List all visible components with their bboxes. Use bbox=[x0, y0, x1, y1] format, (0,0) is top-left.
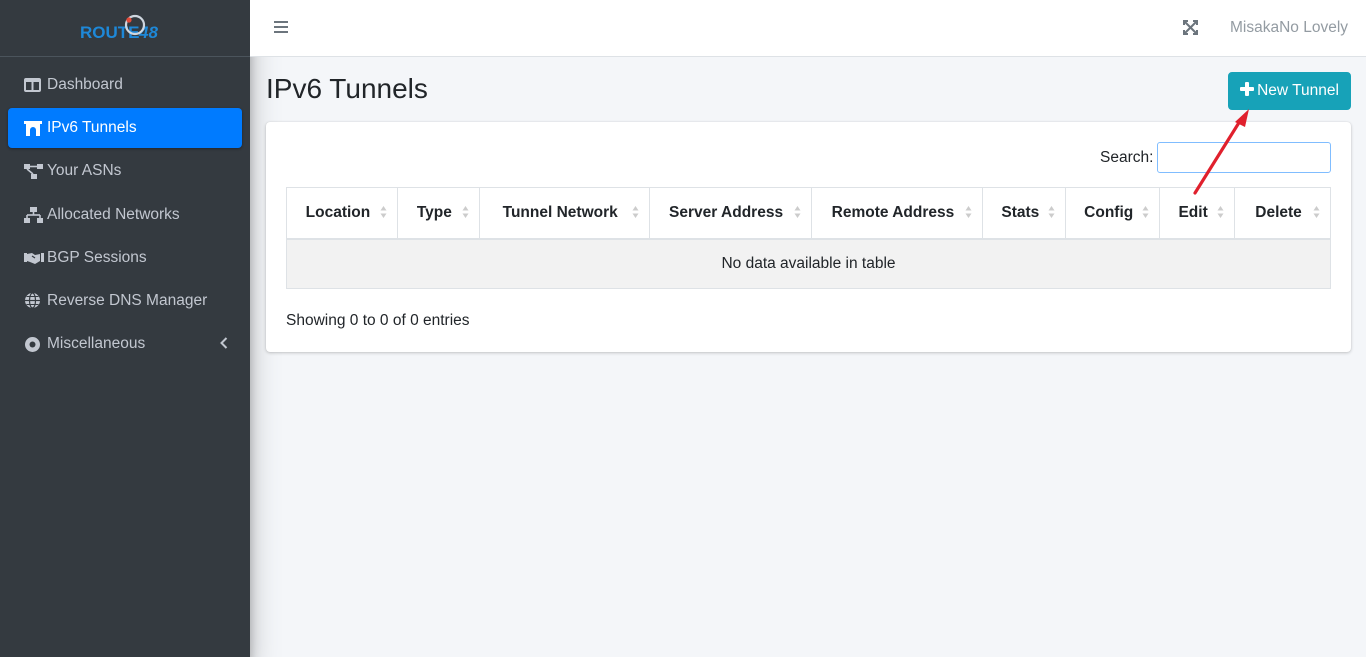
handshake-icon bbox=[24, 249, 44, 267]
fullscreen-icon[interactable] bbox=[1183, 20, 1198, 40]
sidebar-item-label: Your ASNs bbox=[47, 162, 122, 180]
sort-icon bbox=[1313, 205, 1320, 224]
search-label: Search: bbox=[1100, 149, 1154, 166]
sort-icon bbox=[965, 205, 972, 224]
sidebar-item-allocated-networks[interactable]: Allocated Networks bbox=[8, 195, 242, 235]
sort-icon bbox=[1142, 205, 1149, 224]
sidebar: ROUTE 48 Dashboard IPv6 Tunnels Your ASN… bbox=[0, 0, 250, 657]
search-input[interactable] bbox=[1157, 142, 1331, 173]
chevron-left-icon bbox=[220, 336, 228, 354]
menu-toggle-icon[interactable] bbox=[274, 20, 288, 39]
new-tunnel-label: New Tunnel bbox=[1257, 82, 1339, 99]
table-info: Showing 0 to 0 of 0 entries bbox=[286, 312, 470, 329]
sidebar-item-label: Allocated Networks bbox=[47, 205, 180, 223]
project-diagram-icon bbox=[24, 162, 44, 180]
sidebar-item-label: Reverse DNS Manager bbox=[47, 291, 208, 309]
sidebar-item-ipv6-tunnels[interactable]: IPv6 Tunnels bbox=[8, 108, 242, 149]
sidebar-item-label: Miscellaneous bbox=[47, 335, 146, 353]
tunnels-table: Location Type Tunnel Network Server Addr… bbox=[286, 187, 1331, 289]
column-header-delete[interactable]: Delete bbox=[1234, 187, 1331, 240]
column-header-edit[interactable]: Edit bbox=[1159, 187, 1236, 240]
tunnels-card: Search: Location Type Tunnel Network Ser… bbox=[266, 122, 1351, 352]
table-row: No data available in table bbox=[286, 238, 1331, 289]
column-header-server-address[interactable]: Server Address bbox=[648, 187, 812, 240]
top-navbar: MisakaNo Lovely bbox=[250, 0, 1366, 57]
archway-icon bbox=[24, 119, 44, 137]
sort-icon bbox=[380, 205, 387, 224]
empty-table-message: No data available in table bbox=[286, 238, 1331, 289]
brand-logo[interactable]: ROUTE 48 bbox=[0, 0, 250, 57]
new-tunnel-button[interactable]: New Tunnel bbox=[1228, 72, 1351, 110]
sidebar-item-your-asns[interactable]: Your ASNs bbox=[8, 151, 242, 191]
plus-icon bbox=[1240, 81, 1255, 101]
page-title: IPv6 Tunnels bbox=[266, 73, 428, 104]
table-columns-icon bbox=[24, 76, 44, 94]
column-header-location[interactable]: Location bbox=[286, 187, 398, 240]
sidebar-item-label: Dashboard bbox=[47, 76, 123, 93]
sidebar-item-label: BGP Sessions bbox=[47, 248, 147, 266]
table-header-row: Location Type Tunnel Network Server Addr… bbox=[286, 187, 1331, 240]
sort-icon bbox=[1217, 205, 1224, 224]
column-header-type[interactable]: Type bbox=[396, 187, 480, 240]
sidebar-nav: Dashboard IPv6 Tunnels Your ASNs Allocat… bbox=[0, 57, 250, 364]
user-menu[interactable]: MisakaNo Lovely bbox=[1230, 19, 1348, 37]
route48-logo: ROUTE 48 bbox=[80, 14, 158, 42]
sidebar-item-reverse-dns-manager[interactable]: Reverse DNS Manager bbox=[8, 281, 242, 321]
column-header-remote-address[interactable]: Remote Address bbox=[810, 187, 984, 240]
network-wired-icon bbox=[24, 206, 44, 224]
sidebar-item-label: IPv6 Tunnels bbox=[47, 119, 137, 137]
sort-icon bbox=[794, 205, 801, 224]
sidebar-item-dashboard[interactable]: Dashboard bbox=[8, 65, 242, 105]
column-header-stats[interactable]: Stats bbox=[982, 187, 1067, 240]
sort-icon bbox=[462, 205, 469, 224]
column-header-tunnel-network[interactable]: Tunnel Network bbox=[478, 187, 650, 240]
column-header-config[interactable]: Config bbox=[1065, 187, 1161, 240]
sidebar-item-miscellaneous[interactable]: Miscellaneous bbox=[8, 324, 242, 364]
sidebar-item-bgp-sessions[interactable]: BGP Sessions bbox=[8, 238, 242, 278]
dot-circle-icon bbox=[24, 335, 44, 353]
sort-icon bbox=[632, 205, 639, 224]
globe-icon bbox=[24, 292, 44, 310]
sort-icon bbox=[1048, 205, 1055, 224]
